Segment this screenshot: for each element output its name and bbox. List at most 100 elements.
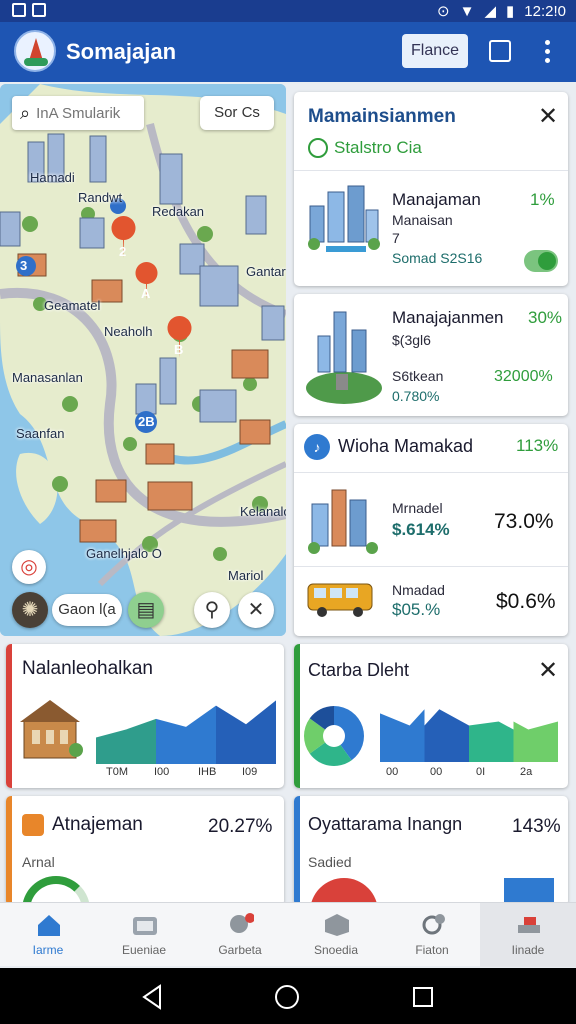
map-label: Ganelhjalo O xyxy=(86,546,162,561)
toggle-switch[interactable] xyxy=(524,250,558,272)
map-pin-label[interactable]: 2B xyxy=(138,414,155,429)
map-label: Randwt xyxy=(78,190,123,205)
location-icon: ⊙ xyxy=(437,3,450,20)
nav-item-camera[interactable]: Eueniae xyxy=(96,903,192,967)
city-illustration-icon xyxy=(308,185,380,252)
clock: 12:2!0 xyxy=(524,2,566,20)
card-value: 143% xyxy=(512,816,561,837)
info-item-sub: 7 xyxy=(392,230,400,246)
system-nav xyxy=(0,968,576,1024)
close-map-icon[interactable]: ✕ xyxy=(238,592,274,628)
map-label: Mariol xyxy=(228,568,264,583)
status-icon xyxy=(308,138,328,158)
document-icon xyxy=(22,814,44,836)
card-title: Oyattarama Inangn xyxy=(308,814,463,834)
x-tick-label: IHB xyxy=(198,766,217,778)
info-panel-subtitle: Stalstro Cia xyxy=(334,138,422,157)
area-chart xyxy=(96,700,276,764)
info-item-sub: 0.780% xyxy=(392,388,440,404)
app-bar: Somajajan Flance xyxy=(0,22,576,82)
info-item-sub: Somad S2S16 xyxy=(392,250,483,266)
map-pin-label[interactable]: A xyxy=(141,286,150,301)
x-tick-label: I00 xyxy=(154,766,170,778)
stats-item-value: 73.0% xyxy=(494,510,554,533)
stats-item-value: $0.6% xyxy=(496,590,556,613)
card-value: 20.27% xyxy=(208,816,273,837)
gallery-icon xyxy=(32,3,46,17)
area-segment xyxy=(380,709,425,762)
music-icon: ♪ xyxy=(304,434,330,460)
x-tick-label: 2a xyxy=(520,766,533,778)
info-item-value: 1% xyxy=(530,190,555,209)
notification-icon xyxy=(12,3,26,17)
lens-icon xyxy=(422,914,445,935)
locate-icon[interactable]: ◎ xyxy=(12,550,46,584)
stats-item-label: Nmadad xyxy=(392,582,445,598)
home-icon xyxy=(38,915,60,936)
area-segment xyxy=(156,700,216,764)
area-segment xyxy=(513,709,558,762)
area-segment xyxy=(469,709,514,762)
compass-icon[interactable]: ✺ xyxy=(12,592,48,628)
sort-chip[interactable]: Sor Cs xyxy=(200,96,274,130)
x-tick-label: 00 xyxy=(430,766,443,778)
info-item-value: 30% xyxy=(528,308,563,327)
stats-item-amount: $.614% xyxy=(392,520,450,539)
card-sub: Arnal xyxy=(22,854,55,870)
recents-icon[interactable] xyxy=(412,986,434,1008)
map-label: Manasanlan xyxy=(12,370,83,385)
nav-item-search[interactable]: Garbeta xyxy=(192,903,288,967)
tower-illustration-icon xyxy=(306,311,382,404)
x-tick-label: T0M xyxy=(106,766,128,778)
camera-icon xyxy=(133,917,157,935)
map-search-input[interactable] xyxy=(36,104,133,122)
map-search[interactable]: ⌕ xyxy=(12,96,144,130)
edit-icon[interactable] xyxy=(489,40,511,62)
map-pin-label[interactable]: 2 xyxy=(119,244,126,259)
stats-item-amount: $05.% xyxy=(392,600,441,619)
map-label: Hamadi xyxy=(30,170,75,185)
area-segment xyxy=(424,709,469,762)
layers-icon[interactable]: ▤ xyxy=(128,592,164,628)
pie-chart xyxy=(304,706,364,766)
summary-card[interactable]: Atnajeman 20.27% Arnal xyxy=(6,796,284,906)
map-label: Gantar xyxy=(246,264,286,279)
stats-panel: ♪ Wioha Mamakad 113% Mrnadel $.614% 73.0… xyxy=(294,424,568,636)
chart-card[interactable]: Ctarba Dleht ✕ 00 00 0I 2a xyxy=(294,644,568,788)
map-pin-label[interactable]: 3 xyxy=(20,258,27,273)
close-icon[interactable]: ✕ xyxy=(538,102,558,131)
nav-item-box[interactable]: Snoedia xyxy=(288,903,384,967)
nav-item-trade[interactable]: Iinade xyxy=(480,903,576,967)
nav-item-lens[interactable]: Fiaton xyxy=(384,903,480,967)
info-item-sub: S6tkean xyxy=(392,368,444,384)
home-button-icon[interactable] xyxy=(274,984,300,1010)
status-bar: ⊙ ▼ ◢ ▮ 12:2!0 xyxy=(0,0,576,22)
info-panel: Mamainsianmen ✕ Stalstro Cia Manajaman 1… xyxy=(294,92,568,286)
x-tick-label: 0I xyxy=(476,766,486,778)
x-tick-label: I09 xyxy=(242,766,258,778)
stats-value: 113% xyxy=(516,436,559,455)
info-card[interactable]: Manajajanmen 30% $(3gl6 S6tkean 32000% 0… xyxy=(294,294,568,416)
search-icon: ⌕ xyxy=(20,102,31,123)
chart-card[interactable]: Nalanleohalkan T0M I00 IHB I09 xyxy=(6,644,284,788)
stats-item-label: Mrnadel xyxy=(392,500,443,516)
box-icon xyxy=(325,914,349,936)
layer-chip[interactable]: Gaon l(a xyxy=(52,594,122,626)
route-icon[interactable]: ⚲ xyxy=(194,592,230,628)
info-item-title: Manajaman xyxy=(392,190,481,209)
chart-title: Nalanleohalkan xyxy=(22,658,153,679)
more-menu-icon[interactable] xyxy=(545,40,551,63)
summary-card[interactable]: Oyattarama Inangn 143% Sadied xyxy=(294,796,568,906)
close-icon[interactable]: ✕ xyxy=(538,656,558,685)
card-title: Atnajeman xyxy=(52,814,143,835)
map-pin-label[interactable]: B xyxy=(174,342,183,357)
pie-hole xyxy=(323,725,345,747)
city-map[interactable]: ⌕ Sor Cs Hamadi Randwt Redakan Gantar Ge… xyxy=(0,84,286,636)
nav-item-home[interactable]: Iarme xyxy=(0,903,96,967)
map-label: Kelanalo xyxy=(240,504,286,519)
back-icon[interactable] xyxy=(140,984,164,1010)
area-chart xyxy=(380,709,558,762)
map-label: Geamatel xyxy=(44,298,101,313)
chart-title: Ctarba Dleht xyxy=(308,660,410,680)
finance-button[interactable]: Flance xyxy=(402,34,468,68)
